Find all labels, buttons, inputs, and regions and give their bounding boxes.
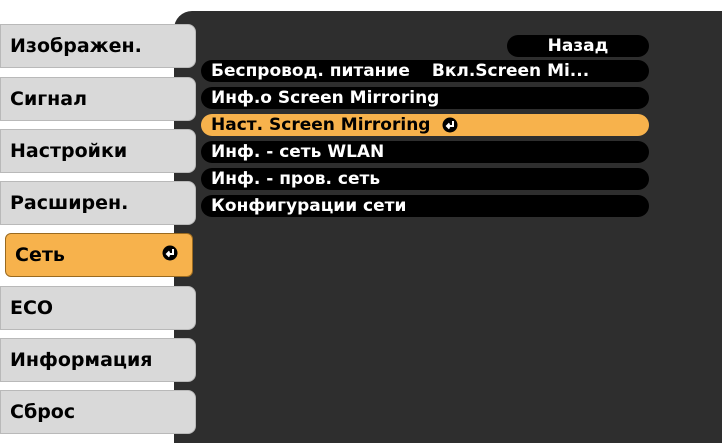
submenu-item-wireless-power[interactable]: Беспровод. питание Вкл.Screen Mi... [201, 60, 649, 82]
menu-item-image[interactable]: Изображен. [0, 24, 196, 68]
submenu-item-label: Инф. - пров. сеть [211, 169, 381, 189]
menu-item-settings[interactable]: Настройки [0, 129, 196, 173]
menu-item-label: Сеть [15, 244, 65, 266]
enter-icon [162, 244, 178, 266]
back-button[interactable]: Назад [507, 35, 649, 57]
network-submenu-panel: Назад Беспровод. питание Вкл.Screen Mi..… [174, 11, 722, 443]
menu-item-network[interactable]: Сеть [5, 233, 193, 277]
submenu-item-label: Беспровод. питание [211, 61, 410, 81]
menu-item-label: Сброс [10, 401, 76, 423]
menu-item-reset[interactable]: Сброс [0, 390, 196, 434]
submenu-item-wlan-info[interactable]: Инф. - сеть WLAN [201, 141, 649, 163]
menu-item-information[interactable]: Информация [0, 338, 196, 382]
enter-icon [442, 117, 458, 133]
menu-item-label: Расширен. [10, 192, 129, 214]
submenu-item-screen-mirroring-settings[interactable]: Наст. Screen Mirroring [201, 114, 649, 136]
menu-item-label: Информация [10, 349, 153, 371]
submenu-item-network-configuration[interactable]: Конфигурации сети [201, 195, 649, 217]
menu-item-signal[interactable]: Сигнал [0, 77, 196, 121]
submenu-item-wired-lan-info[interactable]: Инф. - пров. сеть [201, 168, 649, 190]
menu-item-label: Настройки [10, 140, 128, 162]
projector-menu-screen: Назад Беспровод. питание Вкл.Screen Mi..… [0, 0, 722, 443]
menu-item-label: Изображен. [10, 35, 142, 57]
menu-item-label: ECO [10, 297, 54, 319]
submenu-item-value: Вкл.Screen Mi... [431, 61, 590, 81]
menu-item-extended[interactable]: Расширен. [0, 181, 196, 225]
submenu-item-label: Инф.о Screen Mirroring [211, 88, 440, 108]
menu-item-label: Сигнал [10, 88, 88, 110]
submenu-item-label: Инф. - сеть WLAN [211, 142, 385, 162]
submenu-item-label: Конфигурации сети [211, 196, 407, 216]
submenu-item-screen-mirroring-info[interactable]: Инф.о Screen Mirroring [201, 87, 649, 109]
submenu-item-label: Наст. Screen Mirroring [211, 115, 431, 135]
menu-item-eco[interactable]: ECO [0, 286, 196, 330]
